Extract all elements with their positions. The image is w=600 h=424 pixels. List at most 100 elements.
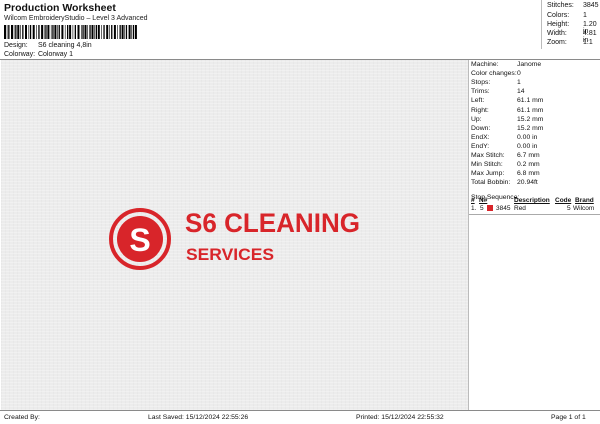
barcode-bar [94, 25, 95, 39]
design-preview-canvas: S S6 CLEANING SERVICES [1, 60, 468, 410]
stats-box: Stitches: 3845 Colors: 1 Height: 1.20 in Wi… [541, 0, 600, 49]
barcode-bar [74, 25, 76, 39]
design-label: Design: [4, 42, 28, 49]
worksheet-footer: Created By: Last Saved: 15/12/2024 22:55… [0, 410, 600, 424]
color-swatch [487, 205, 493, 211]
barcode-bar [87, 25, 88, 39]
property-label: Machine: [471, 61, 499, 68]
property-label: Down: [471, 124, 491, 132]
barcode-bar [28, 25, 30, 39]
property-label: Color changes: [471, 70, 517, 78]
barcode-bar [36, 25, 37, 39]
row-stitches: 3845 [496, 205, 511, 212]
property-label: Left: [471, 97, 485, 105]
barcode [4, 25, 137, 39]
barcode-bar [38, 25, 40, 39]
property-row: Color changes: 0 [471, 70, 521, 78]
design-value: S6 cleaning 4,8in [37, 42, 92, 49]
property-value: 61.1 mm [517, 97, 544, 105]
barcode-bar [32, 25, 35, 39]
property-label: Stops: [471, 79, 491, 87]
stat-width: Width: 4.81 in [547, 30, 597, 44]
stat-label: Width: [547, 30, 567, 37]
property-value: 15.2 mm [517, 124, 544, 132]
stat-colors: Colors: 1 [547, 12, 587, 19]
barcode-bar [54, 25, 57, 39]
printed-date: Printed: 15/12/2024 22:55:32 [356, 414, 444, 421]
barcode-bar [97, 25, 100, 39]
barcode-bar [57, 25, 58, 39]
property-value: 6.8 mm [517, 170, 540, 178]
property-row: Total Bobbin: 20.94ft [471, 179, 538, 187]
colorway-row: Colorway: Colorway 1 [4, 51, 73, 58]
barcode-bar [82, 25, 84, 39]
barcode-bar [22, 25, 24, 39]
property-label: Total Bobbin: [471, 179, 511, 187]
embroidery-logo: S S6 CLEANING SERVICES [109, 208, 360, 270]
property-value: 20.94ft [517, 179, 538, 187]
colorway-label: Colorway: [4, 51, 36, 58]
stat-zoom: Zoom: 1:1 [547, 39, 593, 46]
barcode-bar [4, 25, 6, 39]
colorway-value: Colorway 1 [37, 51, 73, 58]
software-subtitle: Wilcom EmbroideryStudio – Level 3 Advanc… [4, 15, 148, 22]
barcode-bar [67, 25, 69, 39]
property-label: EndX: [471, 133, 490, 141]
property-value: 14 [517, 88, 525, 96]
stat-stitches: Stitches: 3845 [547, 2, 599, 9]
property-value: 1 [517, 79, 521, 87]
property-label: EndY: [471, 142, 490, 150]
col-description: Description [514, 197, 550, 204]
property-label: Up: [471, 115, 482, 123]
property-value: Janome [517, 61, 542, 68]
logo-line2: SERVICES [186, 245, 274, 264]
barcode-bar [11, 25, 13, 39]
barcode-bar [113, 25, 116, 39]
barcode-bar [121, 25, 124, 39]
barcode-bar [64, 25, 66, 39]
property-label: Min Stitch: [471, 161, 503, 169]
barcode-bar [84, 25, 87, 39]
col-hash: # [471, 197, 475, 204]
property-row: Right: 61.1 mm [471, 106, 543, 114]
property-value: 0.00 in [517, 133, 538, 141]
page-title: Production Worksheet [4, 2, 116, 14]
stat-value: 1:1 [583, 39, 593, 46]
property-value: 0 [517, 70, 521, 78]
barcode-bar [25, 25, 27, 39]
design-row: Design: S6 cleaning 4,8in [4, 42, 92, 49]
barcode-bar [8, 25, 10, 39]
logo-line1: S6 CLEANING [185, 208, 360, 238]
property-value: 15.2 mm [517, 115, 544, 123]
barcode-bar [69, 25, 72, 39]
stat-value: 1 [583, 12, 587, 19]
stat-label: Height: [547, 21, 570, 28]
property-row: Trims: 14 [471, 88, 525, 95]
row-code: 5 [567, 205, 571, 212]
barcode-bar [132, 25, 135, 39]
stat-height: Height: 1.20 in [547, 21, 597, 35]
barcode-bar [119, 25, 121, 39]
stat-label: Colors: [547, 12, 570, 19]
barcode-bar [29, 25, 32, 39]
property-label: Right: [471, 106, 489, 114]
barcode-bar [103, 25, 105, 39]
sequence-divider [469, 214, 600, 215]
barcode-bar [81, 25, 82, 39]
barcode-bar [89, 25, 91, 39]
panel-divider [468, 60, 469, 410]
barcode-bar [58, 25, 60, 39]
last-saved: Last Saved: 15/12/2024 22:55:26 [148, 414, 249, 421]
col-number: N# [479, 197, 488, 204]
barcode-bar [77, 25, 80, 39]
barcode-bar [124, 25, 125, 39]
col-brand: Brand [575, 197, 594, 204]
property-label: Max Jump: [471, 170, 505, 178]
stat-value: 3845 [583, 2, 599, 9]
property-value: 0.00 in [517, 142, 538, 150]
row-brand: Wilcom [573, 205, 595, 212]
property-row: Max Stitch: 6.7 mm [471, 152, 540, 159]
stat-label: Stitches: [547, 2, 574, 9]
stat-label: Zoom: [547, 39, 567, 46]
barcode-bar [43, 25, 45, 39]
